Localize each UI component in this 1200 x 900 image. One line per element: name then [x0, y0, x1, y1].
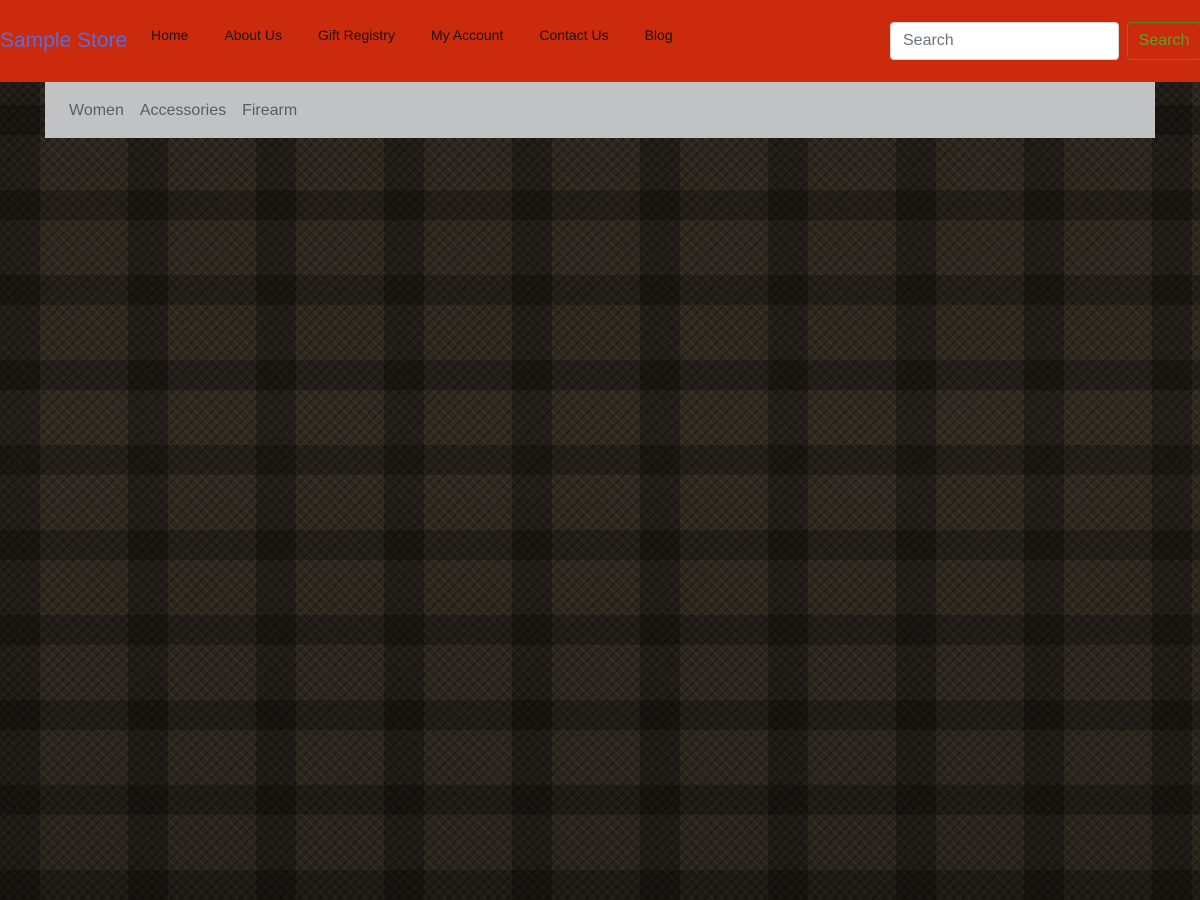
- brand-logo-link[interactable]: Sample Store: [0, 29, 127, 53]
- search-input[interactable]: [890, 22, 1119, 60]
- category-link-accessories[interactable]: Accessories: [140, 101, 226, 120]
- category-nav: Women Accessories Firearm: [45, 82, 1155, 138]
- main-nav: Home About Us Gift Registry My Account C…: [151, 27, 709, 44]
- nav-link-blog[interactable]: Blog: [645, 27, 673, 44]
- nav-link-gift-registry[interactable]: Gift Registry: [318, 27, 395, 44]
- category-link-women[interactable]: Women: [69, 101, 124, 120]
- category-link-firearm[interactable]: Firearm: [242, 101, 297, 120]
- nav-link-contact-us[interactable]: Contact Us: [539, 27, 608, 44]
- search-button[interactable]: Search: [1127, 22, 1200, 60]
- nav-link-home[interactable]: Home: [151, 27, 188, 44]
- category-links: Women Accessories Firearm: [69, 101, 313, 120]
- nav-link-my-account[interactable]: My Account: [431, 27, 503, 44]
- top-navbar: Sample Store Home About Us Gift Registry…: [0, 0, 1200, 82]
- nav-link-about-us[interactable]: About Us: [224, 27, 282, 44]
